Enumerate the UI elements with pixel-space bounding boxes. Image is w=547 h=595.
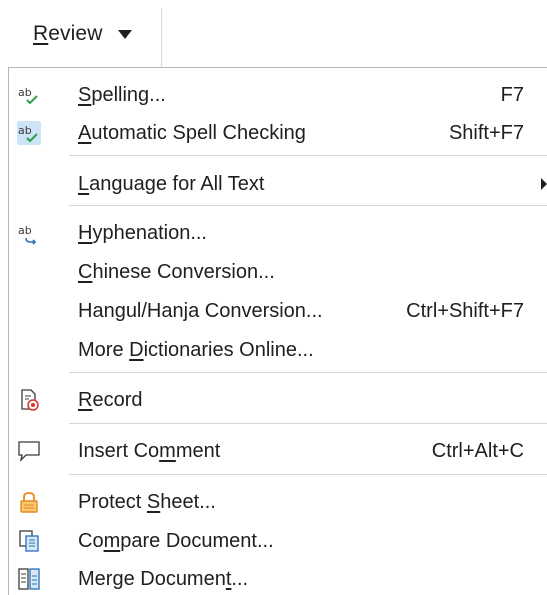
submenu-arrow-icon	[541, 178, 547, 190]
menu-item-language-for-all-text[interactable]: Language for All Text	[9, 164, 547, 204]
menu-item-chinese-conversion[interactable]: Chinese Conversion...	[9, 252, 547, 292]
menu-item-label: Hyphenation...	[78, 222, 207, 244]
menu-item-protect-sheet[interactable]: Protect Sheet...	[9, 482, 547, 522]
menu-item-hangul-hanja-conversion[interactable]: Hangul/Hanja Conversion... Ctrl+Shift+F7	[9, 291, 547, 331]
toolbar-divider	[161, 8, 162, 67]
menu-item-shortcut: F7	[500, 84, 524, 106]
menu-item-compare-document[interactable]: Compare Document...	[9, 521, 547, 561]
menu-item-label: More Dictionaries Online...	[78, 339, 314, 361]
svg-text:ab: ab	[18, 224, 32, 237]
merge-document-icon	[17, 567, 41, 591]
menu-item-label: Merge Document...	[78, 568, 249, 590]
menu-item-insert-comment[interactable]: Insert Comment Ctrl+Alt+C	[9, 431, 547, 471]
menu-item-shortcut: Ctrl+Shift+F7	[406, 300, 524, 322]
compare-document-icon	[17, 529, 41, 553]
menu-item-label: Compare Document...	[78, 530, 274, 552]
menu-item-record[interactable]: Record	[9, 380, 547, 420]
menu-item-shortcut: Shift+F7	[448, 122, 524, 144]
review-menu-button[interactable]: Review	[0, 0, 162, 67]
spelling-icon: ab	[17, 83, 41, 107]
menu-separator	[69, 205, 547, 206]
menu-item-shortcut: Ctrl+Alt+C	[431, 440, 524, 462]
menu-item-more-dictionaries-online[interactable]: More Dictionaries Online...	[9, 330, 547, 370]
menu-item-label: Record	[78, 389, 143, 411]
record-changes-icon	[17, 388, 41, 412]
menu-item-label: Protect Sheet...	[78, 491, 216, 513]
menu-item-label: Automatic Spell Checking	[78, 122, 306, 144]
review-menu-screen: Review ab Spelling... F7 ab Automatic Sp…	[0, 0, 547, 595]
svg-text:ab: ab	[18, 86, 32, 99]
comment-icon	[17, 439, 41, 463]
review-menu-label: Review	[33, 21, 103, 45]
auto-spellcheck-icon: ab	[17, 121, 41, 145]
menu-item-label: Insert Comment	[78, 440, 221, 462]
svg-text:ab: ab	[18, 124, 32, 137]
menu-separator	[69, 372, 547, 373]
chevron-down-icon	[118, 30, 133, 39]
menu-item-merge-document[interactable]: Merge Document...	[9, 559, 547, 595]
menu-separator	[69, 423, 547, 424]
menu-item-label: Language for All Text	[78, 173, 265, 195]
menu-separator	[69, 474, 547, 475]
menu-item-spelling[interactable]: ab Spelling... F7	[9, 75, 547, 115]
hyphenation-icon: ab	[17, 221, 41, 245]
menu-item-label: Spelling...	[78, 84, 166, 106]
menu-item-automatic-spell-checking[interactable]: ab Automatic Spell Checking Shift+F7	[9, 113, 547, 153]
menu-item-label: Hangul/Hanja Conversion...	[78, 300, 323, 322]
menu-item-hyphenation[interactable]: ab Hyphenation...	[9, 213, 547, 253]
review-dropdown-menu: ab Spelling... F7 ab Automatic Spell Che…	[8, 67, 547, 595]
menu-item-label: Chinese Conversion...	[78, 261, 275, 283]
menu-separator	[69, 155, 547, 156]
lock-icon	[17, 490, 41, 514]
